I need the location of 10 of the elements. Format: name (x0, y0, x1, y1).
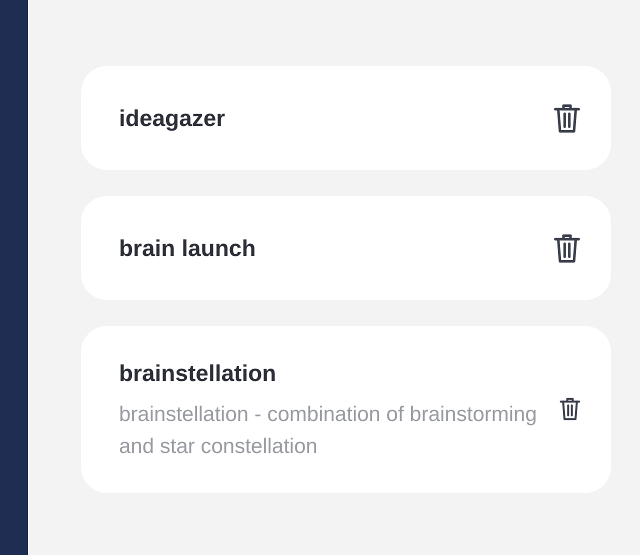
trash-icon (559, 396, 581, 422)
delete-button[interactable] (553, 102, 581, 134)
idea-description: brainstellation - combination of brainstorming and star constellation (119, 402, 538, 460)
delete-button[interactable] (553, 232, 581, 264)
delete-button[interactable] (559, 396, 581, 422)
idea-title: ideagazer (119, 104, 226, 133)
trash-icon (553, 232, 581, 264)
trash-icon (553, 102, 581, 134)
idea-title: brain launch (119, 234, 256, 263)
idea-title: brainstellation (119, 359, 278, 388)
